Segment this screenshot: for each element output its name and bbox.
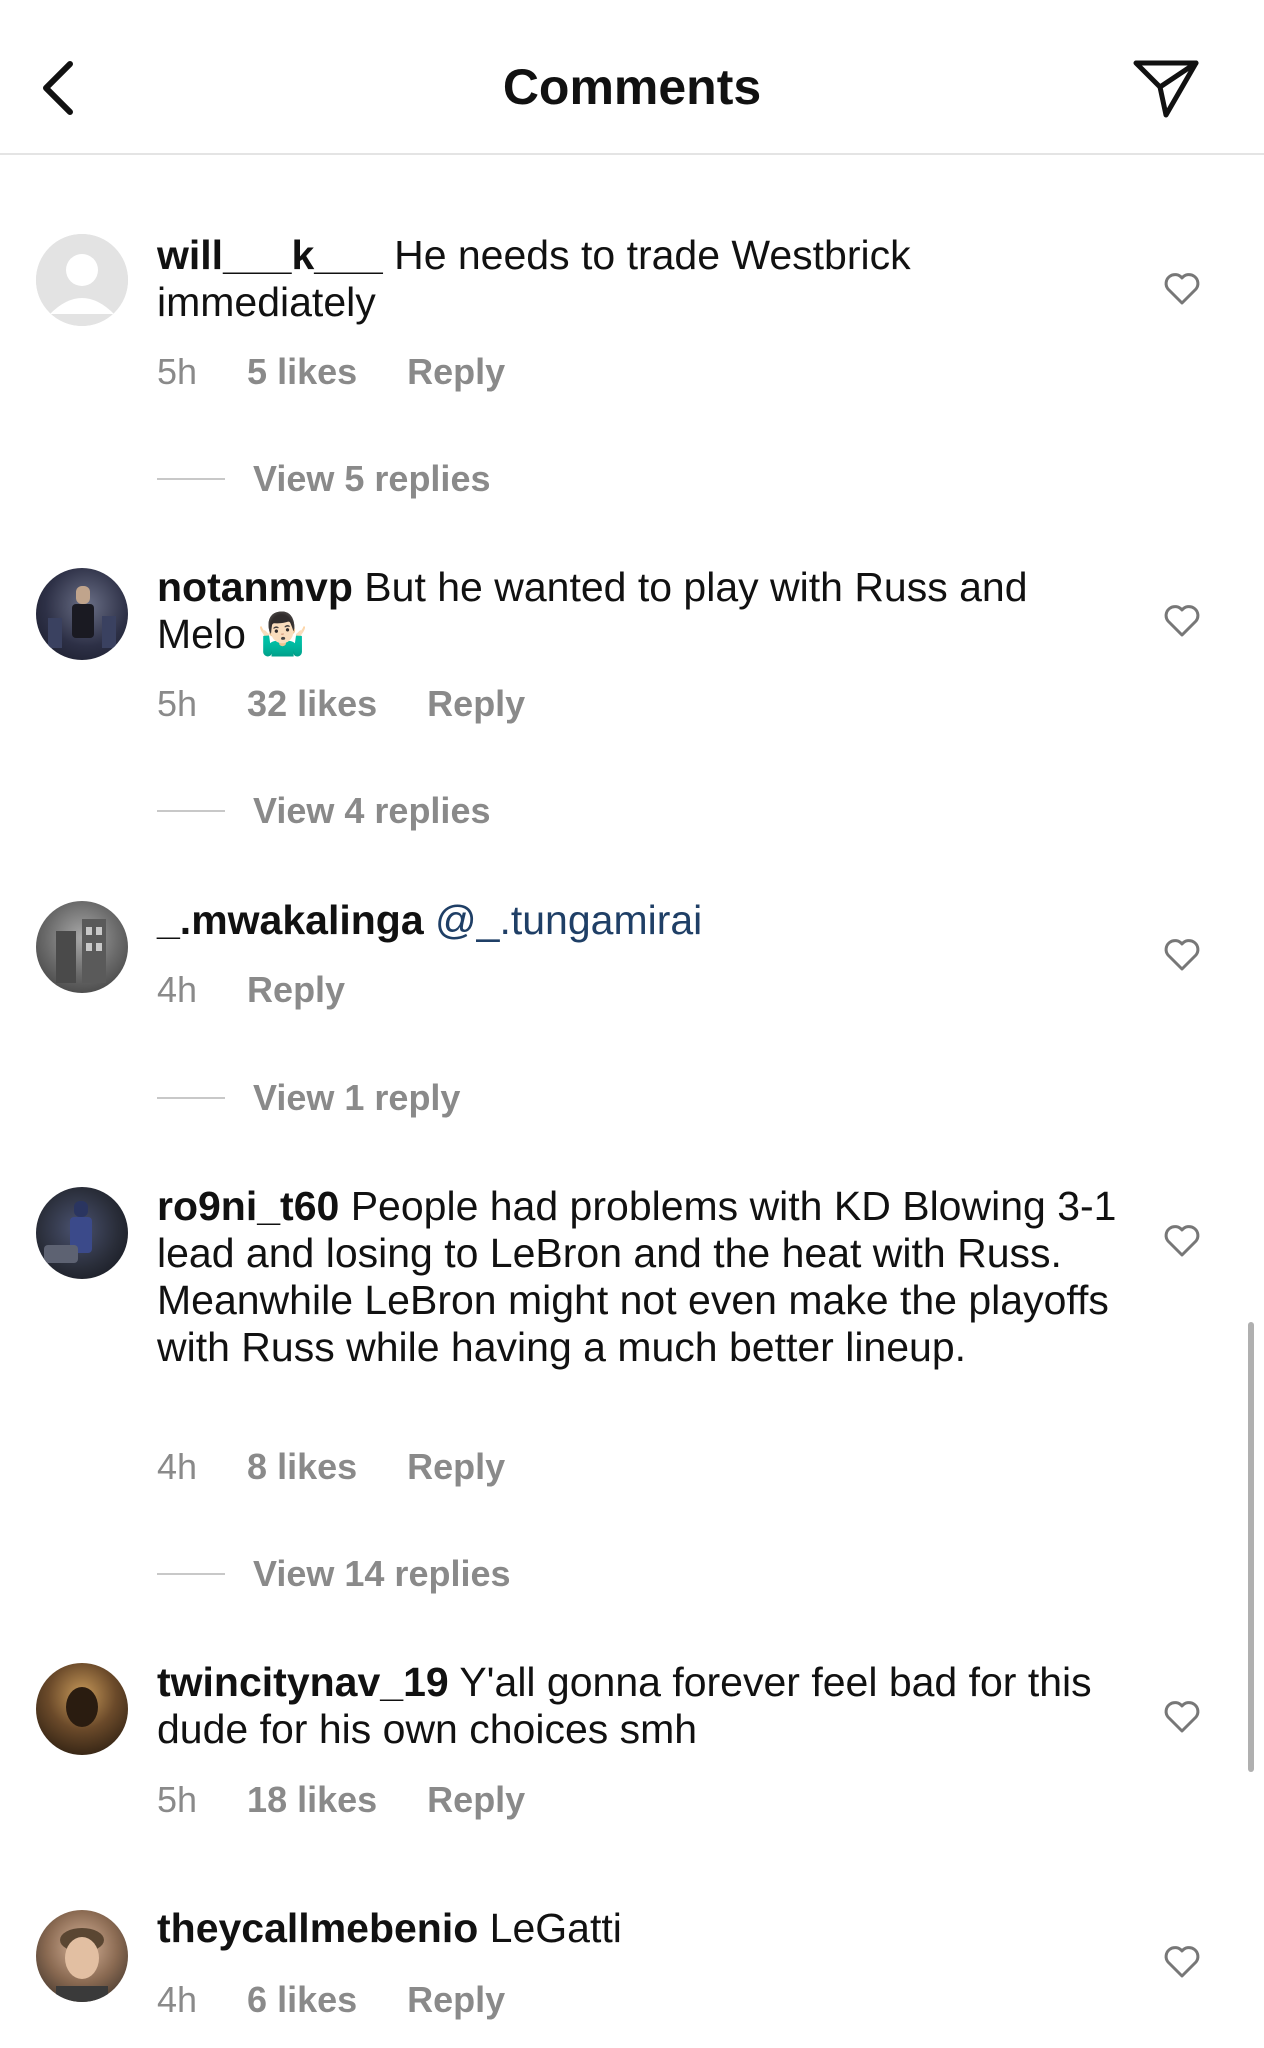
view-replies-button[interactable]: View 5 replies <box>157 458 490 500</box>
reply-button[interactable]: Reply <box>407 351 505 393</box>
share-button[interactable] <box>1126 52 1206 124</box>
view-replies-label: View 4 replies <box>253 790 491 831</box>
comment-likes[interactable]: 5 likes <box>247 351 357 393</box>
view-replies-button[interactable]: View 14 replies <box>157 1553 511 1595</box>
comment-meta: 5h 32 likes Reply <box>157 683 525 725</box>
comment-text: _.mwakalinga @_.tungamirai <box>157 897 1117 944</box>
reply-button[interactable]: Reply <box>427 1779 525 1821</box>
avatar-photo[interactable] <box>36 901 128 993</box>
comment-username[interactable]: theycallmebenio <box>157 1905 478 1951</box>
replies-divider-line <box>157 478 225 480</box>
heart-icon[interactable] <box>1162 600 1202 640</box>
replies-divider-line <box>157 1573 225 1575</box>
comment-time: 5h <box>157 1779 198 1820</box>
page-title: Comments <box>502 59 762 115</box>
avatar-photo[interactable] <box>36 1187 128 1279</box>
header-bar: Comments <box>0 0 1264 155</box>
replies-divider-line <box>157 1097 225 1099</box>
comment-likes[interactable]: 6 likes <box>247 1979 357 2021</box>
reply-button[interactable]: Reply <box>427 683 525 725</box>
view-replies-button[interactable]: View 1 reply <box>157 1077 460 1119</box>
avatar-photo[interactable] <box>36 1663 128 1755</box>
comment-username[interactable]: _.mwakalinga <box>157 897 424 943</box>
comment-text: notanmvp But he wanted to play with Russ… <box>157 564 1117 658</box>
view-replies-label: View 14 replies <box>253 1553 511 1594</box>
comment-text: twincitynav_19 Y'all gonna forever feel … <box>157 1659 1117 1753</box>
reply-button[interactable]: Reply <box>407 1446 505 1488</box>
avatar-face-icon <box>66 1687 98 1727</box>
avatar-building-icon <box>56 919 106 983</box>
replies-divider-line <box>157 810 225 812</box>
heart-icon[interactable] <box>1162 268 1202 308</box>
comment-time: 4h <box>157 969 198 1010</box>
comment-meta: 5h 5 likes Reply <box>157 351 505 393</box>
comment-meta: 4h 6 likes Reply <box>157 1979 505 2021</box>
comment-meta: 4h Reply <box>157 969 345 1011</box>
comment-time: 4h <box>157 1979 198 2020</box>
heart-icon[interactable] <box>1162 934 1202 974</box>
heart-icon[interactable] <box>1162 1696 1202 1736</box>
comment-likes[interactable]: 18 likes <box>247 1779 377 1821</box>
view-replies-label: View 5 replies <box>253 458 491 499</box>
avatar-photo[interactable] <box>36 1910 128 2002</box>
avatar-figure-icon <box>44 1201 92 1263</box>
avatar-face-icon <box>56 1928 108 2002</box>
comment-time: 5h <box>157 351 198 392</box>
default-user-icon <box>36 234 128 326</box>
comment-body: LeGatti <box>478 1905 622 1951</box>
comment-text: theycallmebenio LeGatti <box>157 1905 1117 1952</box>
heart-icon[interactable] <box>1162 1941 1202 1981</box>
view-replies-button[interactable]: View 4 replies <box>157 790 490 832</box>
reply-button[interactable]: Reply <box>247 969 345 1011</box>
comment-time: 4h <box>157 1446 198 1487</box>
comment-username[interactable]: ro9ni_t60 <box>157 1183 339 1229</box>
scrollbar[interactable] <box>1248 1322 1254 1772</box>
comment-likes[interactable]: 32 likes <box>247 683 377 725</box>
comment-text: ro9ni_t60 People had problems with KD Bl… <box>157 1183 1117 1371</box>
comment-mention[interactable]: @_.tungamirai <box>435 897 702 943</box>
view-replies-label: View 1 reply <box>253 1077 461 1118</box>
comment-meta: 4h 8 likes Reply <box>157 1446 505 1488</box>
comment-text: will___k___ He needs to trade Westbrick … <box>157 232 1117 326</box>
comment-username[interactable]: twincitynav_19 <box>157 1659 449 1705</box>
reply-button[interactable]: Reply <box>407 1979 505 2021</box>
avatar-default[interactable] <box>36 234 128 326</box>
avatar-photo[interactable] <box>36 568 128 660</box>
heart-icon[interactable] <box>1162 1220 1202 1260</box>
paper-plane-icon <box>1133 60 1199 118</box>
comment-likes[interactable]: 8 likes <box>247 1446 357 1488</box>
comment-username[interactable]: notanmvp <box>157 564 353 610</box>
shrug-emoji: 🤷🏻‍♂️ <box>257 611 309 657</box>
avatar-figure-icon <box>48 586 116 648</box>
comment-time: 5h <box>157 683 198 724</box>
comment-meta: 5h 18 likes Reply <box>157 1779 525 1821</box>
comment-username[interactable]: will___k___ <box>157 232 383 278</box>
